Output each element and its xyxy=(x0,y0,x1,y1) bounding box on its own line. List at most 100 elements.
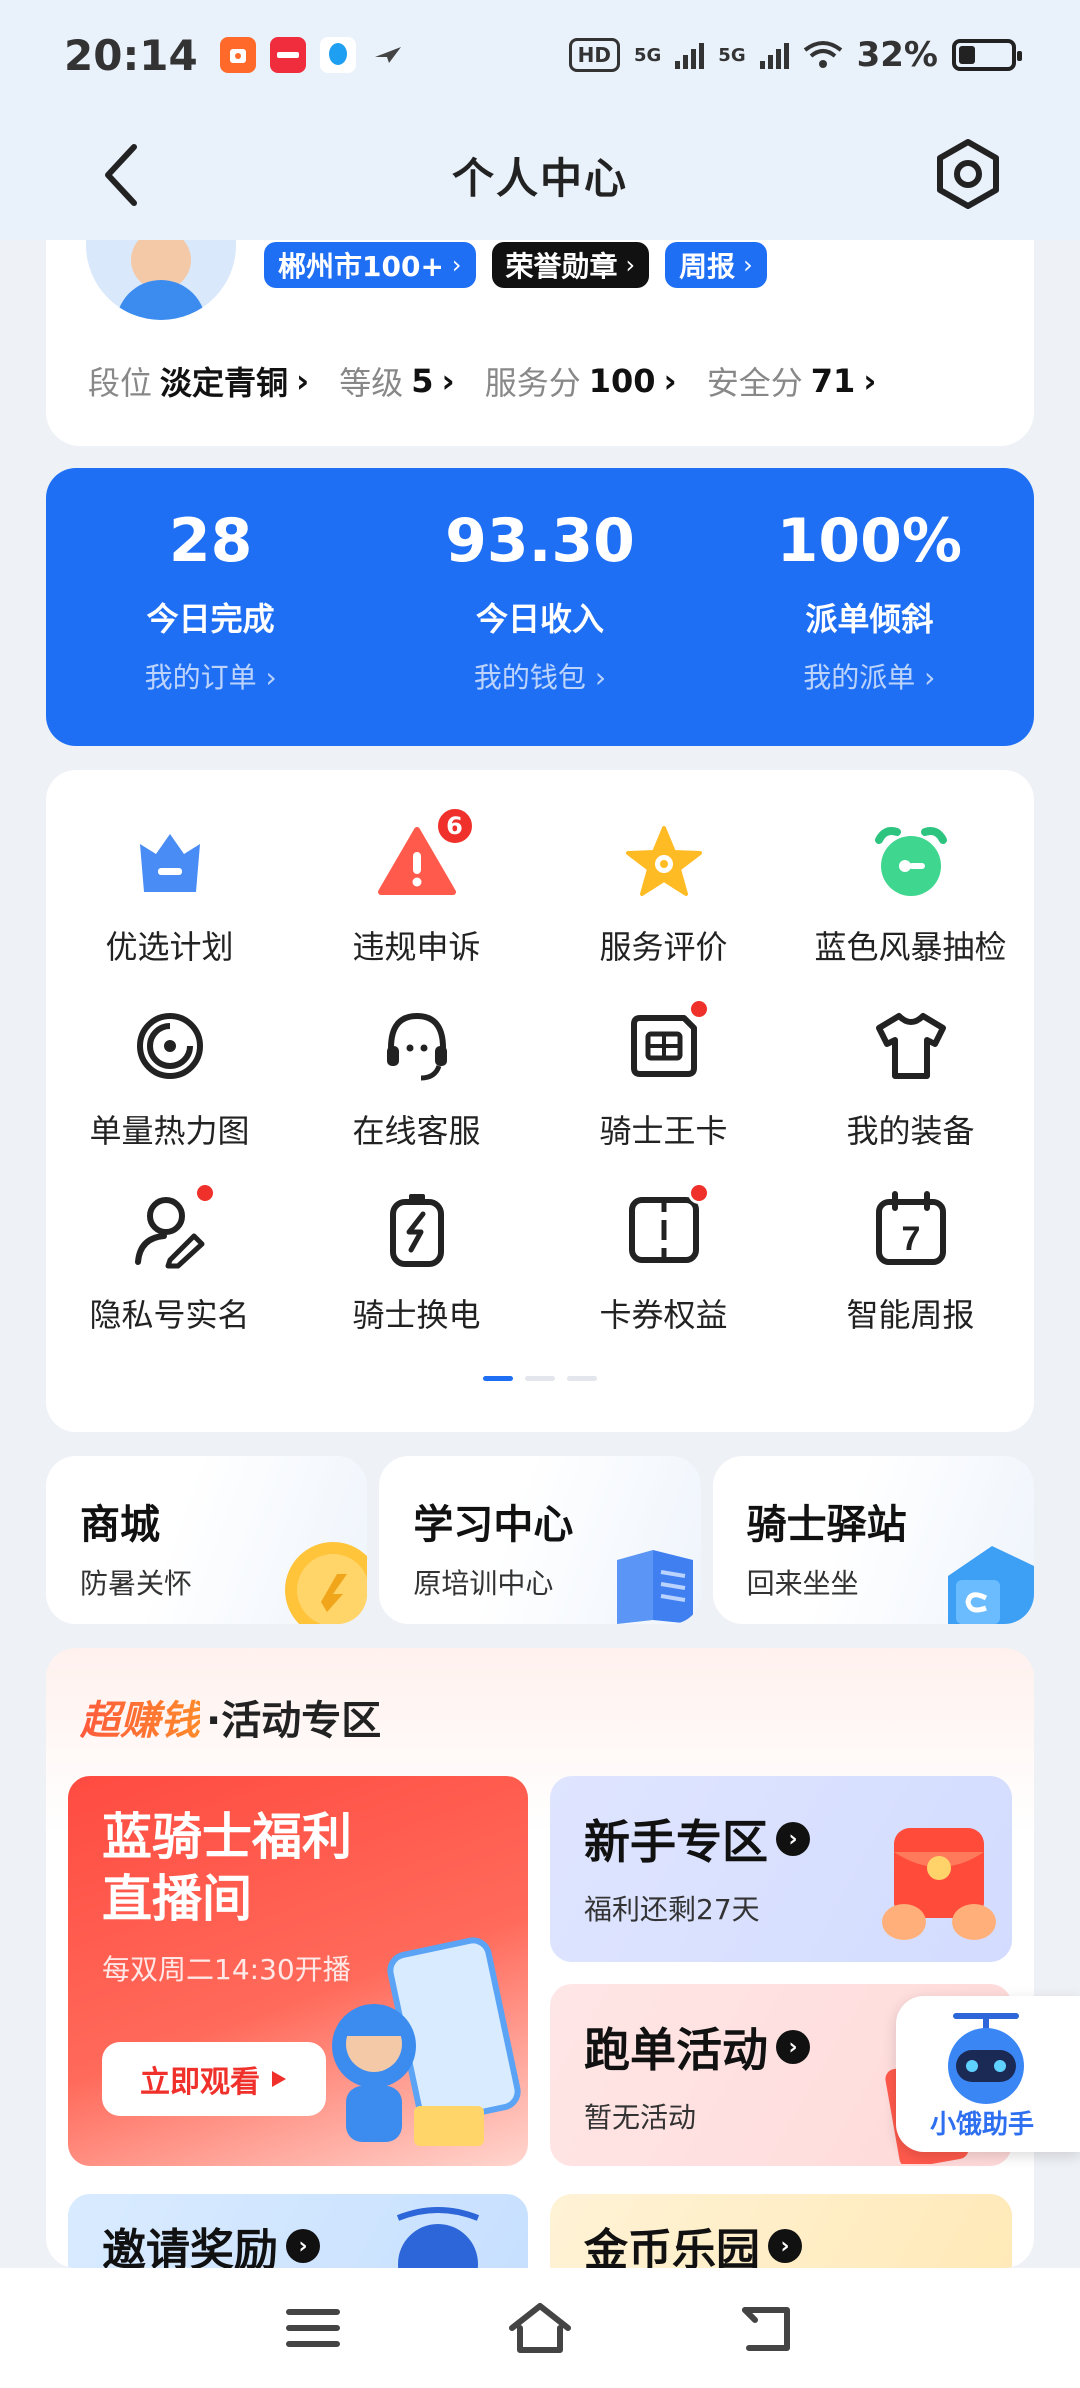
heatmap-icon xyxy=(128,1004,212,1088)
tool-label: 优选计划 xyxy=(105,928,234,966)
network-5g-1: 5G xyxy=(633,44,662,66)
menu-icon xyxy=(286,2309,341,2347)
live-stream-card[interactable]: 蓝骑士福利 直播间 每双周二14:30开播 立即观看 xyxy=(68,1776,528,2166)
tool-battery-swap[interactable]: 骑士换电 xyxy=(293,1188,540,1336)
activity-title: 超赚钱 ·活动专区 xyxy=(80,1688,381,1746)
coin-park-card[interactable]: 金币乐园 › xyxy=(550,2194,1012,2268)
page-dot-active xyxy=(483,1376,513,1381)
honor-medal-badge[interactable]: 荣誉勋章 › xyxy=(491,242,650,288)
wifi-icon xyxy=(803,41,842,68)
xiaohongshu-app-icon xyxy=(269,37,306,73)
tool-label: 违规申诉 xyxy=(352,928,481,966)
tool-knight-card[interactable]: 骑士王卡 xyxy=(540,998,787,1152)
watch-now-button[interactable]: 立即观看 xyxy=(102,2042,326,2116)
tool-smart-weekly[interactable]: 7 智能周报 xyxy=(787,1188,1034,1336)
running-title: 跑单活动 › xyxy=(584,2014,810,2080)
tool-service-rating[interactable]: 服务评价 xyxy=(540,820,787,968)
tool-label: 隐私号实名 xyxy=(89,1296,250,1334)
back-button[interactable] xyxy=(90,140,150,210)
chevron-right-icon: › xyxy=(286,2229,320,2263)
summary-link[interactable]: 我的派单 › xyxy=(803,656,935,696)
avatar[interactable] xyxy=(86,240,236,320)
activity-title-text: ·活动专区 xyxy=(206,1698,382,1744)
stat-label: 安全分 xyxy=(706,364,803,402)
hd-indicator: HD xyxy=(568,38,620,72)
summary-label: 派单倾斜 xyxy=(805,600,934,638)
mall-card[interactable]: 商城 防暑关怀 xyxy=(46,1456,368,1624)
newbie-title-text: 新手专区 xyxy=(584,1815,768,1869)
summary-orders[interactable]: 28 今日完成 我的订单 › xyxy=(46,468,375,746)
red-dot xyxy=(687,998,710,1020)
learning-center-card[interactable]: 学习中心 原培训中心 xyxy=(379,1456,701,1624)
red-dot xyxy=(193,1182,216,1204)
count-badge: 6 xyxy=(434,806,475,846)
coin-park-title: 金币乐园 › xyxy=(584,2214,802,2268)
robot-assistant-icon xyxy=(948,2013,1024,2104)
tool-privacy-realname[interactable]: 隐私号实名 xyxy=(46,1182,293,1336)
header: 个人中心 xyxy=(0,110,1080,240)
tool-heatmap[interactable]: 单量热力图 xyxy=(46,1004,293,1152)
summary-value: 28 xyxy=(168,506,253,576)
invite-title: 邀请奖励 › xyxy=(102,2214,320,2268)
tool-online-service[interactable]: 在线客服 xyxy=(293,1004,540,1152)
tool-blue-storm-check[interactable]: 蓝色风暴抽检 xyxy=(787,820,1034,968)
stat-safety-score[interactable]: 安全分 71 › xyxy=(707,358,877,404)
book-icon xyxy=(616,1550,693,1624)
bird-app-icon xyxy=(370,37,406,73)
weekly-report-badge[interactable]: 周报 › xyxy=(665,242,767,288)
newbie-subtitle: 福利还剩27天 xyxy=(584,1893,760,1926)
alarm-clock-icon xyxy=(869,820,953,904)
tool-label: 蓝色风暴抽检 xyxy=(814,928,1007,966)
tools-grid: 优选计划 6 违规申诉 服务评价 蓝色风暴抽检 单量热力图 在线客服 骑士王卡 … xyxy=(46,806,1034,1336)
summary-dispatch[interactable]: 100% 派单倾斜 我的派单 › xyxy=(705,468,1034,746)
return-icon xyxy=(741,2307,790,2351)
chevron-right-icon: › xyxy=(625,251,636,279)
tool-appeal[interactable]: 6 违规申诉 xyxy=(293,806,540,968)
stat-label: 服务分 xyxy=(484,364,581,402)
assistant-widget[interactable]: 小饿助手 xyxy=(896,1996,1080,2152)
chevron-right-icon: › xyxy=(743,251,753,279)
service-row: 商城 防暑关怀 学习中心 原培训中心 骑士驿站 回来坐坐 xyxy=(46,1456,1034,1624)
tool-coupons[interactable]: 卡券权益 xyxy=(540,1182,787,1336)
summary-value: 93.30 xyxy=(445,506,635,576)
tool-preferred-plan[interactable]: 优选计划 xyxy=(46,820,293,968)
home-nav-button[interactable] xyxy=(500,2293,580,2363)
invite-reward-card[interactable]: 邀请奖励 › xyxy=(68,2194,528,2268)
assistant-label: 小饿助手 xyxy=(930,2110,1035,2140)
settings-button[interactable] xyxy=(930,136,1006,212)
tool-my-equipment[interactable]: 我的装备 xyxy=(787,1004,1034,1152)
profile-stats: 段位 淡定青铜 › 等级 5 › 服务分 100 › 安全分 71 › xyxy=(88,358,876,404)
tool-label: 我的装备 xyxy=(846,1112,975,1150)
status-bar: 20:14 HD 5G 5G 32% xyxy=(0,0,1080,110)
tool-label: 骑士王卡 xyxy=(599,1112,728,1150)
summary-income[interactable]: 93.30 今日收入 我的钱包 › xyxy=(375,468,704,746)
coupon-icon xyxy=(622,1182,710,1272)
stat-service-score[interactable]: 服务分 100 › xyxy=(485,358,677,404)
menu-nav-button[interactable] xyxy=(273,2293,353,2363)
calendar-day: 7 xyxy=(901,1220,920,1258)
status-right: HD 5G 5G 32% xyxy=(568,35,1022,75)
knight-station-card[interactable]: 骑士驿站 回来坐坐 xyxy=(712,1456,1034,1624)
chevron-right-icon: › xyxy=(863,362,877,400)
page-dot xyxy=(525,1376,555,1381)
newbie-zone-card[interactable]: 新手专区 › 福利还剩27天 xyxy=(550,1776,1012,1962)
summary-label: 今日完成 xyxy=(146,600,275,638)
system-nav-bar xyxy=(0,2268,1080,2388)
city-rank-label: 郴州市100+ xyxy=(278,250,444,283)
battery-swap-icon xyxy=(375,1188,459,1272)
network-5g-2: 5G xyxy=(718,44,746,66)
stat-rank[interactable]: 段位 淡定青铜 › xyxy=(88,358,309,404)
back-nav-button[interactable] xyxy=(727,2293,807,2363)
sim-card-icon xyxy=(622,998,710,1088)
chevron-right-icon: › xyxy=(776,2030,810,2064)
stat-level[interactable]: 等级 5 › xyxy=(339,358,454,404)
stat-value: 100 xyxy=(588,362,656,400)
summary-link[interactable]: 我的钱包 › xyxy=(474,656,606,696)
summary-label: 今日收入 xyxy=(475,600,604,638)
user-edit-icon xyxy=(128,1182,216,1272)
city-rank-badge[interactable]: 郴州市100+ › xyxy=(264,242,476,288)
activity-highlight: 超赚钱 xyxy=(80,1688,200,1746)
page-title: 个人中心 xyxy=(451,153,628,203)
summary-link[interactable]: 我的订单 › xyxy=(145,656,277,696)
watch-now-label: 立即观看 xyxy=(140,2065,260,2100)
